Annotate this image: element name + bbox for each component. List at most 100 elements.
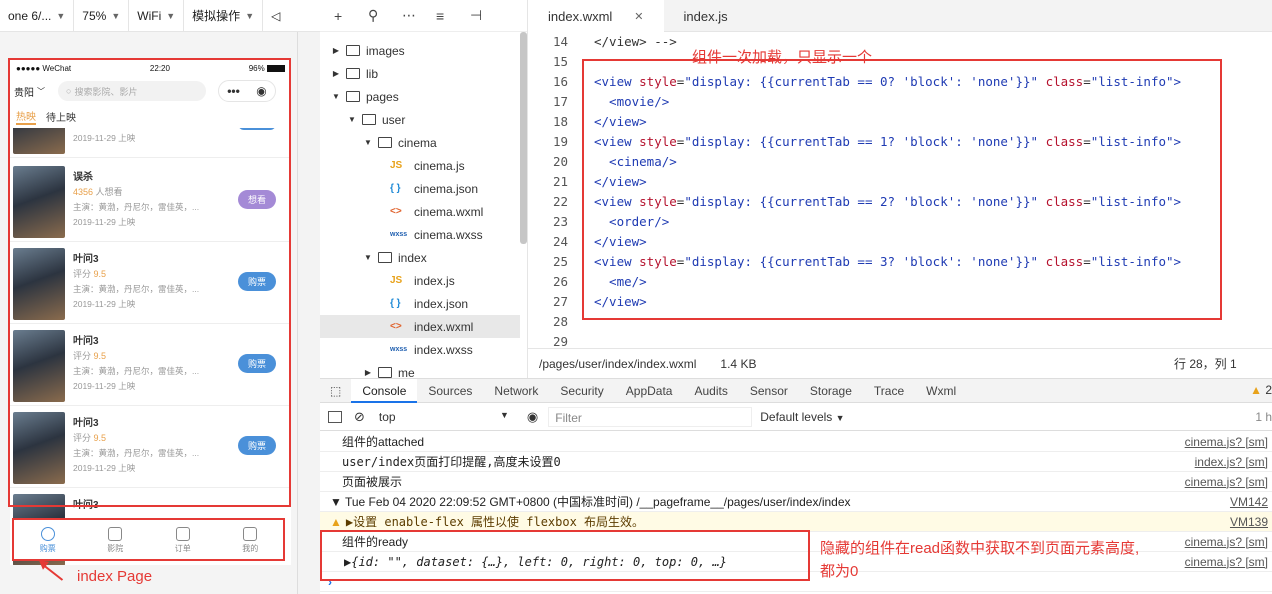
- code-line[interactable]: 25 <view style = "display: {{currentTab == …: [528, 251, 1181, 271]
- code-line[interactable]: 21 </view>: [528, 171, 647, 191]
- tree-folder[interactable]: ▼ index: [320, 246, 520, 269]
- chevron-right-icon[interactable]: ▶: [362, 368, 374, 377]
- log-source-link[interactable]: cinema.js? [sm]: [1185, 555, 1268, 569]
- movie-poster[interactable]: [13, 330, 65, 402]
- log-source-link[interactable]: index.js? [sm]: [1195, 455, 1268, 469]
- code-line[interactable]: 24 </view>: [528, 231, 647, 251]
- devtools-tab-sensor[interactable]: Sensor: [739, 384, 799, 398]
- capsule-menu[interactable]: ••• ◉: [218, 80, 276, 102]
- movie-item[interactable]: 叶问3 评分 9.5 主演：黄渤，丹尼尔，雷佳英，... 2019-11-29 上映…: [10, 242, 291, 324]
- tree-folder[interactable]: ▶ images: [320, 39, 520, 62]
- split-icon[interactable]: ⊣: [470, 7, 504, 24]
- search-icon[interactable]: ⚲: [368, 7, 402, 24]
- tab-coming-soon[interactable]: 待上映: [46, 109, 76, 124]
- tree-file[interactable]: JS cinema.js: [320, 154, 520, 177]
- volume-icon[interactable]: ◁: [263, 0, 288, 31]
- chevron-down-icon[interactable]: ▼: [362, 138, 374, 147]
- eye-icon[interactable]: ◉: [527, 409, 538, 425]
- network-select[interactable]: WiFi ▼: [129, 0, 185, 31]
- movie-item[interactable]: 叶问3 评分 9.5 主演：黄渤，丹尼尔，雷佳英，... 2019-11-29 上映…: [10, 324, 291, 406]
- tree-file[interactable]: wxss index.wxss: [320, 338, 520, 361]
- movie-item[interactable]: 主演：黄渤，丹尼尔，雷佳英，... 2019-11-29 上映: [10, 128, 291, 158]
- devtools-tab-console[interactable]: Console: [351, 378, 418, 403]
- tab-index-js[interactable]: index.js: [664, 0, 748, 32]
- console-log-row[interactable]: ›: [320, 572, 1272, 592]
- sidebar-toggle-icon[interactable]: [328, 410, 342, 423]
- tree-file[interactable]: <> cinema.wxml: [320, 200, 520, 223]
- chevron-down-icon[interactable]: ▼: [346, 115, 358, 124]
- console-log-row[interactable]: 页面被展示 cinema.js? [sm]: [320, 472, 1272, 492]
- code-line[interactable]: 16 <view style = "display: {{currentTab == …: [528, 71, 1181, 91]
- tabbar-item[interactable]: 购票: [40, 526, 56, 554]
- code-line[interactable]: 15: [528, 51, 594, 71]
- chevron-down-icon[interactable]: ▼: [330, 92, 342, 101]
- devtools-tab-storage[interactable]: Storage: [799, 384, 863, 398]
- tree-file[interactable]: { } index.json: [320, 292, 520, 315]
- movie-action-button[interactable]: 想看: [238, 190, 276, 209]
- chevron-right-icon[interactable]: ▶: [330, 69, 342, 78]
- device-select[interactable]: one 6/... ▼: [0, 0, 75, 31]
- movie-action-button[interactable]: 购票: [238, 354, 276, 373]
- movie-action-button[interactable]: 购票: [238, 436, 276, 455]
- log-source-link[interactable]: VM142: [1230, 495, 1268, 509]
- more-icon[interactable]: ⋯: [402, 7, 436, 24]
- log-source-link[interactable]: cinema.js? [sm]: [1185, 435, 1268, 449]
- tree-file[interactable]: JS index.js: [320, 269, 520, 292]
- movie-poster[interactable]: [13, 166, 65, 238]
- code-line[interactable]: 23 <order/>: [528, 211, 669, 231]
- context-select[interactable]: top ▼: [379, 410, 509, 424]
- code-line[interactable]: 20 <cinema/>: [528, 151, 677, 171]
- city-selector[interactable]: 贵阳 ﹀: [14, 84, 58, 99]
- search-input[interactable]: ○ 搜索影院、影片: [58, 81, 206, 101]
- tree-folder[interactable]: ▼ user: [320, 108, 520, 131]
- chevron-down-icon[interactable]: ▼: [362, 253, 374, 262]
- devtools-tab-sources[interactable]: Sources: [417, 384, 483, 398]
- devtools-tab-network[interactable]: Network: [483, 384, 549, 398]
- code-line[interactable]: 14 </view> -->: [528, 31, 677, 51]
- tab-now-showing[interactable]: 热映: [16, 108, 36, 125]
- close-miniprogram-icon[interactable]: ◉: [256, 84, 266, 98]
- zoom-select[interactable]: 75% ▼: [74, 0, 130, 31]
- code-line[interactable]: 17 <movie/>: [528, 91, 669, 111]
- console-log-row[interactable]: 组件的attached cinema.js? [sm]: [320, 432, 1272, 452]
- chevron-right-icon[interactable]: ▶: [330, 46, 342, 55]
- warning-badge[interactable]: ▲ 2: [1250, 383, 1272, 397]
- devtools-tab-appdata[interactable]: AppData: [615, 384, 684, 398]
- clear-console-icon[interactable]: ⊘: [354, 409, 365, 425]
- tree-file[interactable]: { } cinema.json: [320, 177, 520, 200]
- movie-item[interactable]: 叶问3 评分 9.5 主演：黄渤，丹尼尔，雷佳英，... 2019-11-29 上映…: [10, 406, 291, 488]
- devtools-tab-security[interactable]: Security: [549, 384, 614, 398]
- code-line[interactable]: 27 </view>: [528, 291, 647, 311]
- log-source-link[interactable]: cinema.js? [sm]: [1185, 535, 1268, 549]
- tree-folder[interactable]: ▼ pages: [320, 85, 520, 108]
- code-line[interactable]: 22 <view style = "display: {{currentTab == …: [528, 191, 1181, 211]
- movie-poster[interactable]: [13, 128, 65, 154]
- devtools-tab-audits[interactable]: Audits: [683, 384, 738, 398]
- log-source-link[interactable]: VM139: [1230, 515, 1268, 529]
- close-icon[interactable]: ✕: [634, 10, 643, 23]
- tree-file[interactable]: wxss cinema.wxss: [320, 223, 520, 246]
- console-log-row[interactable]: user/index页面打印提醒,高度未设置0 index.js? [sm]: [320, 452, 1272, 472]
- tabbar-item[interactable]: 我的: [242, 526, 258, 554]
- movie-action-button[interactable]: [238, 128, 276, 130]
- inspect-icon[interactable]: ⬚: [320, 384, 351, 398]
- code-line[interactable]: 19 <view style = "display: {{currentTab == …: [528, 131, 1181, 151]
- devtools-tab-wxml[interactable]: Wxml: [915, 384, 967, 398]
- tree-folder[interactable]: ▶ lib: [320, 62, 520, 85]
- movie-poster[interactable]: [13, 412, 65, 484]
- code-line[interactable]: 18 </view>: [528, 111, 647, 131]
- code-line[interactable]: 28: [528, 311, 594, 331]
- tree-file[interactable]: <> index.wxml: [320, 315, 520, 338]
- code-line[interactable]: 26 <me/>: [528, 271, 647, 291]
- tree-folder[interactable]: ▼ cinema: [320, 131, 520, 154]
- tabbar-item[interactable]: 影院: [107, 526, 123, 554]
- collapse-icon[interactable]: ≡: [436, 8, 470, 24]
- filter-input[interactable]: Filter: [548, 406, 753, 427]
- movie-poster[interactable]: [13, 248, 65, 320]
- more-icon[interactable]: •••: [227, 84, 240, 98]
- mode-select[interactable]: 模拟操作 ▼: [184, 0, 264, 31]
- console-log-row[interactable]: ▲ ▶设置 enable-flex 属性以使 flexbox 布局生效。 VM139: [320, 512, 1272, 532]
- devtools-tab-trace[interactable]: Trace: [863, 384, 915, 398]
- tabbar-item[interactable]: 订单: [175, 526, 191, 554]
- add-icon[interactable]: +: [334, 8, 368, 24]
